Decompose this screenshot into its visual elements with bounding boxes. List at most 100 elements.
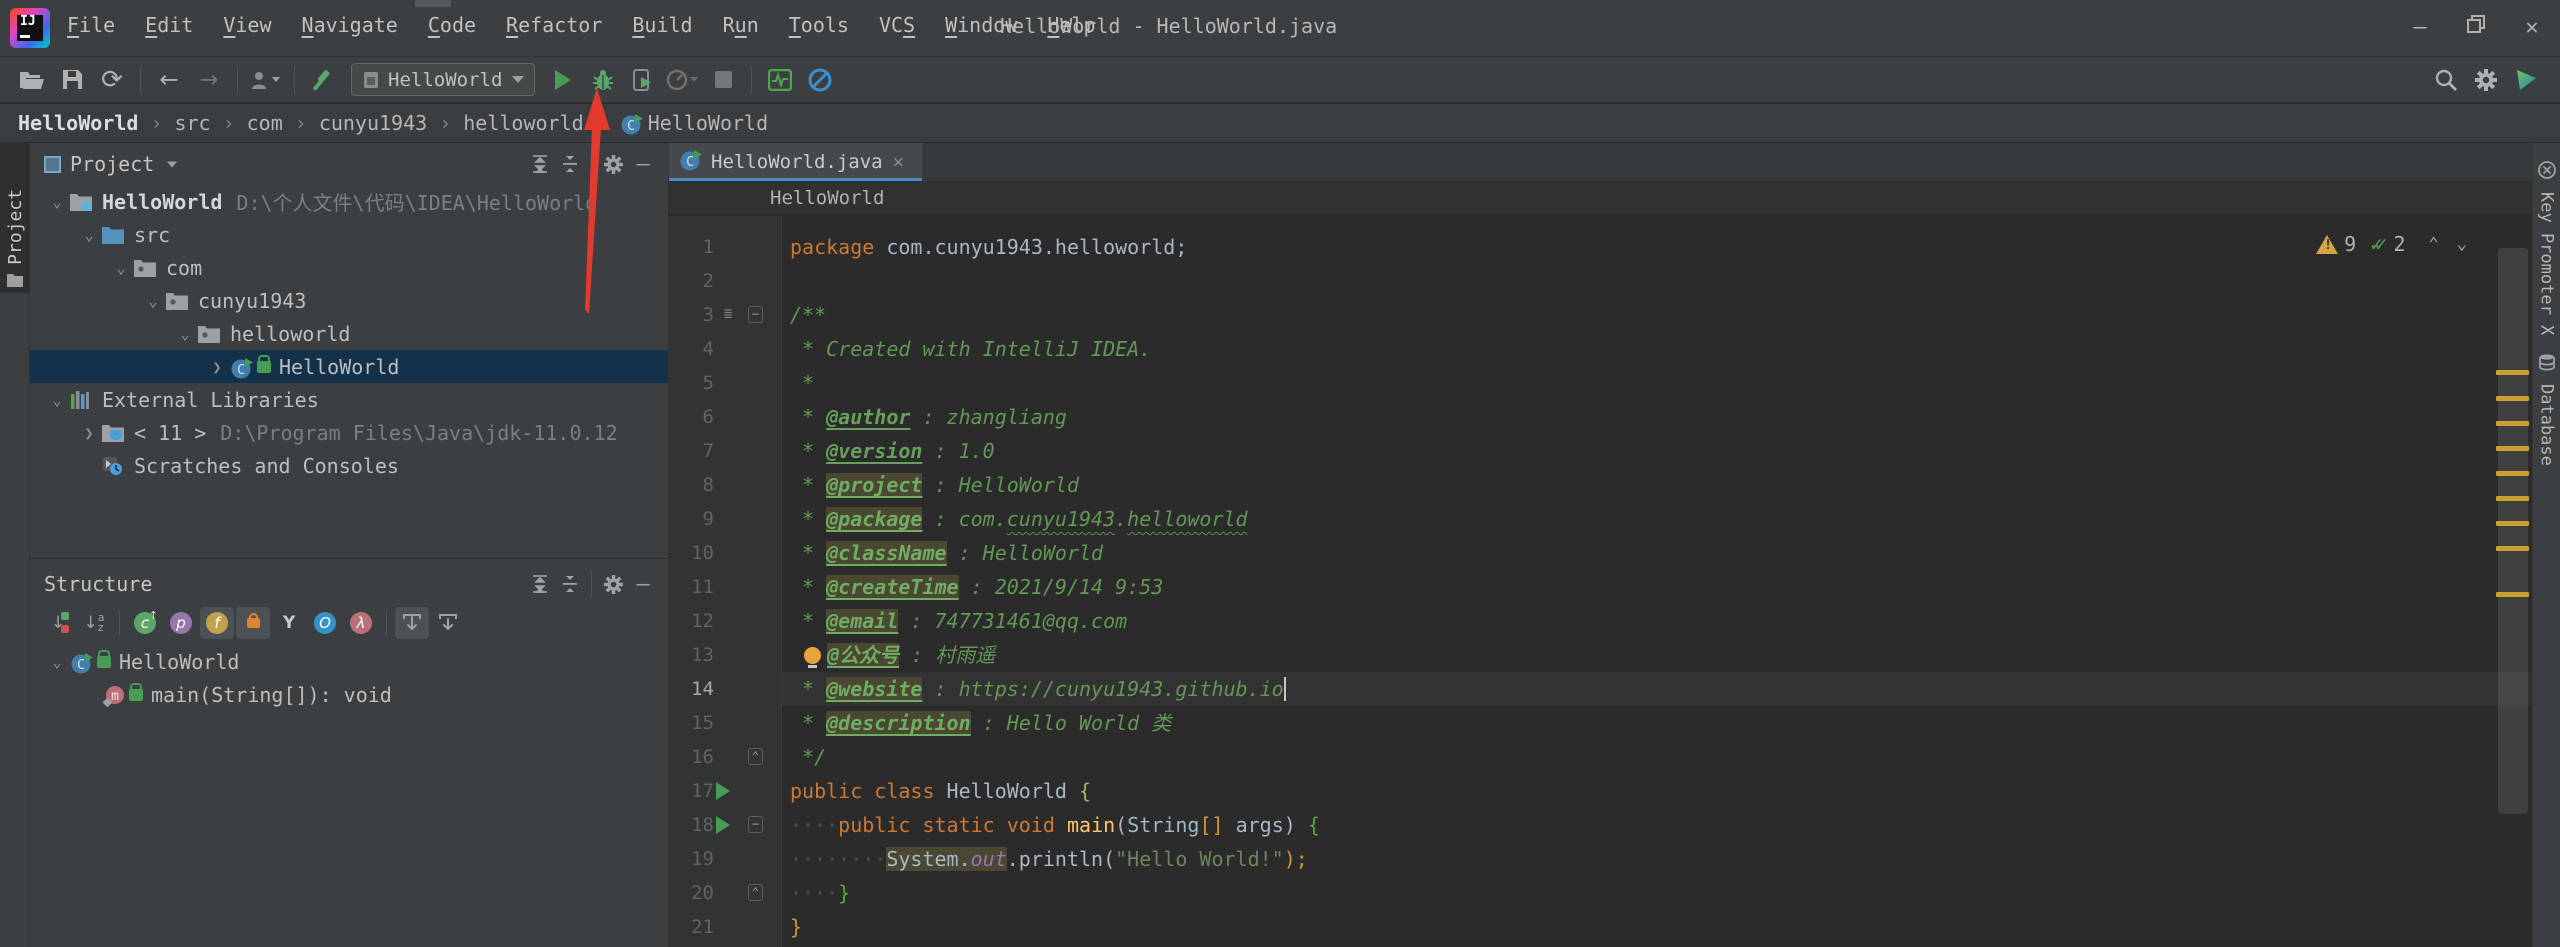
menu-item-navigate[interactable]: Navigate (287, 0, 413, 37)
warning-stripe-mark[interactable] (2496, 496, 2529, 501)
run-line-icon[interactable] (716, 782, 730, 800)
project-row-helloworld[interactable]: ⌄ helloworld (30, 317, 668, 350)
warning-stripe-mark[interactable] (2496, 592, 2529, 597)
code-line[interactable]: 13 @公众号 : 村雨遥 (668, 638, 2532, 672)
prev-problem-arrow[interactable]: ⌃ (2429, 234, 2439, 254)
breadcrumb-item-helloworld[interactable]: helloworld (463, 111, 583, 135)
code-line[interactable]: 4 * Created with IntelliJ IDEA. (668, 332, 2532, 366)
show-lambdas-icon[interactable]: λ (344, 607, 378, 639)
code-line[interactable]: 17public class HelloWorld { (668, 774, 2532, 808)
warning-stripe-mark[interactable] (2496, 370, 2529, 375)
menu-item-refactor[interactable]: Refactor (491, 0, 617, 37)
chevron-down-icon[interactable] (167, 161, 177, 167)
project-row-11[interactable]: ❯ < 11 >D:\Program Files\Java\jdk-11.0.1… (30, 416, 668, 449)
forward-icon[interactable]: → (192, 63, 226, 97)
code-line[interactable]: 12 * @email : 747731461@qq.com (668, 604, 2532, 638)
save-all-icon[interactable] (55, 63, 89, 97)
doc-render-toggle-icon[interactable]: ≣ (724, 307, 742, 322)
editor-breadcrumb[interactable]: HelloWorld (668, 181, 2532, 216)
project-row-com[interactable]: ⌄ com (30, 251, 668, 284)
breadcrumb-item-helloworld[interactable]: HelloWorld (18, 111, 138, 135)
code-line[interactable]: 15 * @description : Hello World 类 (668, 706, 2532, 740)
settings-gear-icon[interactable] (2469, 63, 2503, 97)
code-line[interactable]: 2 (668, 264, 2532, 298)
show-objects-icon[interactable]: O (308, 607, 342, 639)
keypromoter-stripe-tab[interactable]: Key Promoter X (2533, 161, 2560, 335)
run-line-icon[interactable] (716, 816, 730, 834)
sort-by-visibility-icon[interactable]: ↓ (41, 607, 75, 639)
code-line[interactable]: 18−····public static void main(String[] … (668, 808, 2532, 842)
menu-item-code[interactable]: Code (413, 0, 491, 37)
warning-stripe-mark[interactable] (2496, 396, 2529, 401)
show-inherited-icon[interactable]: c↑ (128, 607, 162, 639)
menu-item-file[interactable]: File (52, 0, 130, 37)
hide-panel-icon[interactable]: — (628, 569, 658, 599)
breadcrumb-item-helloworld[interactable]: HelloWorld (648, 111, 768, 135)
show-non-public-icon[interactable] (236, 607, 270, 639)
menu-item-view[interactable]: View (208, 0, 286, 37)
build-hammer-icon[interactable] (306, 63, 340, 97)
expand-all-icon[interactable] (525, 569, 555, 599)
scrollbar-thumb[interactable] (2498, 248, 2528, 814)
chevron-down-icon[interactable]: ⌄ (108, 259, 134, 277)
fold-marker-icon[interactable]: ⌃ (748, 884, 763, 901)
close-button[interactable]: ✕ (2504, 0, 2560, 56)
menu-item-build[interactable]: Build (617, 0, 707, 37)
menu-item-tools[interactable]: Tools (774, 0, 864, 37)
show-fields-icon[interactable]: f (200, 607, 234, 639)
code-line[interactable]: 20⌃····} (668, 876, 2532, 910)
code-line[interactable]: 11 * @createTime : 2021/9/14 9:53 (668, 570, 2532, 604)
synchronize-icon[interactable]: ⟳ (95, 63, 129, 97)
inspections-widget[interactable]: 9 ✓✓ 2 ⌃ ⌄ (2316, 232, 2476, 256)
activity-plugin-icon[interactable] (763, 63, 797, 97)
autoscroll-to-source-icon[interactable] (395, 607, 429, 639)
hide-panel-icon[interactable]: — (628, 149, 658, 179)
chevron-down-icon[interactable]: ⌄ (172, 325, 198, 343)
minimize-button[interactable]: — (2392, 0, 2448, 56)
project-row-scratchesandconsoles[interactable]: Scratches and Consoles (30, 449, 668, 482)
project-row-cunyu1943[interactable]: ⌄ cunyu1943 (30, 284, 668, 317)
chevron-right-icon[interactable]: ❯ (76, 424, 102, 442)
warning-stripe-mark[interactable] (2496, 446, 2529, 451)
chevron-down-icon[interactable]: ⌄ (140, 292, 166, 310)
project-row-helloworld[interactable]: ⌄ HelloWorldD:\个人文件\代码\IDEA\HelloWorld (30, 185, 668, 218)
structure-row-mainstringvoid[interactable]: m main(String[]): void (30, 678, 668, 711)
code-line[interactable]: 16⌃ */ (668, 740, 2532, 774)
chevron-down-icon[interactable]: ⌄ (44, 653, 70, 671)
intention-bulb-icon[interactable] (804, 647, 821, 664)
warning-stripe-mark[interactable] (2496, 521, 2529, 526)
chevron-down-icon[interactable]: ⌄ (76, 226, 102, 244)
code-line[interactable]: 19········System.out.println("Hello Worl… (668, 842, 2532, 876)
code-line[interactable]: 5 * (668, 366, 2532, 400)
panel-settings-gear-icon[interactable] (598, 569, 628, 599)
tab-close-icon[interactable]: × (893, 151, 904, 173)
tab-helloworld-java[interactable]: C HelloWorld.java × (669, 143, 922, 181)
chevron-down-icon[interactable]: ⌄ (44, 193, 70, 211)
show-anonymous-icon[interactable]: Y (272, 607, 306, 639)
warning-stripe-mark[interactable] (2496, 421, 2529, 426)
code-line[interactable]: 3−≣/** (668, 298, 2532, 332)
profiler-icon[interactable] (666, 63, 700, 97)
restore-button[interactable] (2448, 0, 2504, 56)
fold-marker-icon[interactable]: − (748, 816, 763, 833)
stop-icon[interactable] (706, 63, 740, 97)
project-stripe-tab[interactable]: Project (0, 143, 30, 293)
code-line[interactable]: 7 * @version : 1.0 (668, 434, 2532, 468)
menu-item-edit[interactable]: Edit (130, 0, 208, 37)
breadcrumb-item-com[interactable]: com (247, 111, 283, 135)
open-icon[interactable] (15, 63, 49, 97)
fold-marker-icon[interactable]: − (748, 306, 763, 323)
run-configuration-combo[interactable]: HelloWorld (351, 63, 535, 96)
code-line[interactable]: 14 * @website : https://cunyu1943.github… (668, 672, 2532, 706)
database-stripe-tab[interactable]: Database (2533, 353, 2560, 466)
code-line[interactable]: 1package com.cunyu1943.helloworld; (668, 230, 2532, 264)
expand-all-icon[interactable] (525, 149, 555, 179)
next-problem-arrow[interactable]: ⌄ (2457, 234, 2467, 254)
fold-marker-icon[interactable]: ⌃ (748, 748, 763, 765)
code-line[interactable]: 9 * @package : com.cunyu1943.helloworld (668, 502, 2532, 536)
project-row-externallibraries[interactable]: ⌄ External Libraries (30, 383, 668, 416)
autoscroll-from-source-icon[interactable] (431, 607, 465, 639)
breadcrumb-item-src[interactable]: src (174, 111, 210, 135)
warning-stripe-mark[interactable] (2496, 471, 2529, 476)
sort-alpha-icon[interactable]: ↓az (77, 607, 111, 639)
